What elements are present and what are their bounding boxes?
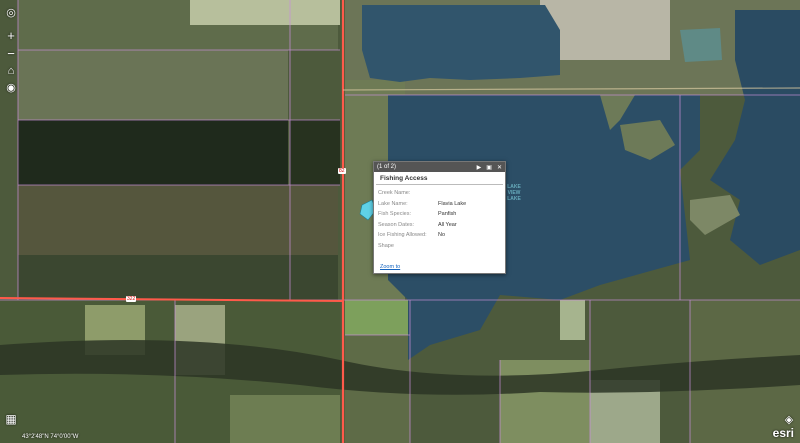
locate-button[interactable]: ◉ — [2, 78, 20, 96]
layers-button[interactable]: ◈ — [780, 410, 798, 428]
attribute-row: Creek Name: — [378, 190, 411, 196]
zoom-out-button[interactable]: − — [2, 44, 20, 62]
next-feature-icon[interactable]: ▶ — [477, 164, 482, 171]
grid-icon: ▦ — [5, 412, 17, 426]
compass-icon[interactable]: ◎ — [2, 3, 20, 21]
attribute-row: Lake Name: Flavia Lake — [378, 200, 467, 207]
road-shield-82: 82 — [338, 168, 346, 174]
attribute-row: Shape — [378, 242, 394, 249]
coordinates-readout: 43°2'48"N 74°0'00"W — [22, 434, 79, 440]
layers-icon: ◈ — [784, 413, 794, 426]
attribute-row: Ice Fishing Allowed: No — [378, 232, 446, 238]
locate-icon: ◉ — [6, 81, 16, 94]
basemap-gallery-button[interactable]: ▦ — [2, 410, 20, 428]
zoom-in-button[interactable]: + — [2, 26, 20, 44]
minus-icon: − — [7, 45, 15, 61]
close-icon[interactable]: ✕ — [497, 164, 502, 171]
popup-header: (1 of 2) ▶ ▣ ✕ — [374, 162, 505, 172]
zoom-to-link[interactable]: Zoom to — [380, 264, 400, 270]
popup-attributes: Creek Name: Lake Name: Flavia Lake Fish S… — [374, 185, 505, 254]
maximize-icon[interactable]: ▣ — [486, 164, 492, 171]
esri-logo: esri — [772, 426, 794, 440]
home-icon: ⌂ — [7, 65, 15, 77]
popup-title: Fishing Access — [376, 172, 503, 185]
feature-popup: (1 of 2) ▶ ▣ ✕ Fishing Access Creek Name… — [373, 161, 506, 274]
road-shield-322: 322 — [126, 296, 137, 302]
popup-counter: (1 of 2) — [377, 164, 397, 170]
attribute-row: Season Dates: All Year — [378, 221, 457, 228]
plus-icon: + — [7, 27, 15, 43]
attribute-row: Fish Species: Panfish — [378, 211, 457, 217]
lake-label: LAKE VIEW LAKE — [507, 184, 521, 202]
